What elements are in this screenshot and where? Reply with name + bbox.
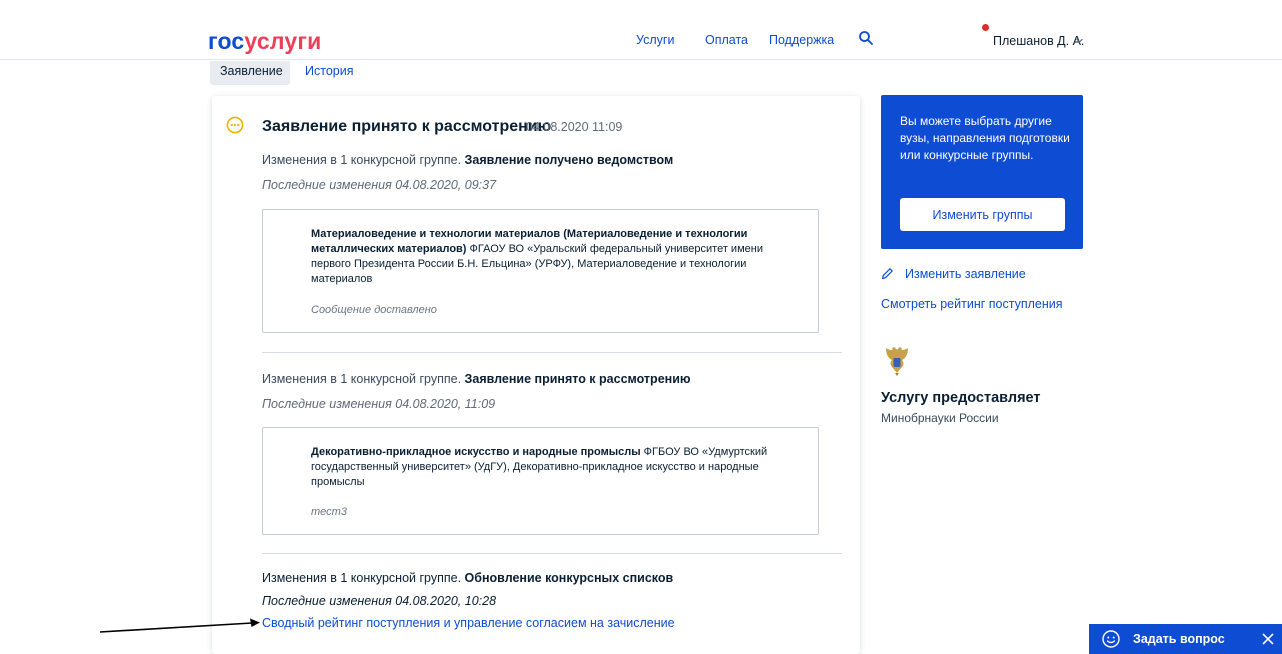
promo-text: Вы можете выбрать другие вузы, направлен… <box>900 114 1070 162</box>
event-2-status: Заявление принято к рассмотрению <box>464 372 691 386</box>
ask-question-widget[interactable]: Задать вопрос <box>1089 624 1282 654</box>
provider-name: Минобрнауки России <box>881 411 999 425</box>
event-1-summary: Изменения в 1 конкурсной группе. Заявлен… <box>262 153 673 167</box>
nav-payment[interactable]: Оплата <box>705 33 748 47</box>
event-2-program: Декоративно-прикладное искусство и народ… <box>311 445 781 490</box>
event-3-last-change: Последние изменения 04.08.2020, 10:28 <box>262 594 497 608</box>
tab-history[interactable]: История <box>305 64 353 78</box>
rating-consent-link[interactable]: Сводный рейтинг поступления и управление… <box>262 616 675 630</box>
site-header: госуслуги Услуги Оплата Поддержка Плешан… <box>0 10 1282 60</box>
edit-statement-label: Изменить заявление <box>905 267 1026 281</box>
event-1-status: Заявление получено ведомством <box>464 153 674 167</box>
event-2-prefix: Изменения в 1 конкурсной группе. <box>262 372 465 386</box>
pencil-icon <box>881 268 893 280</box>
user-name[interactable]: Плешанов Д. А. <box>993 34 1084 48</box>
event-2-summary: Изменения в 1 конкурсной группе. Заявлен… <box>262 372 691 386</box>
event-1-last-change: Последние изменения 04.08.2020, 09:37 <box>262 178 497 192</box>
event-2-message-box: Декоративно-прикладное искусство и народ… <box>262 427 819 535</box>
view-rating-link[interactable]: Смотреть рейтинг поступления <box>881 297 1063 311</box>
event-2-program-name: Декоративно-прикладное искусство и народ… <box>311 446 641 458</box>
status-pending-icon <box>226 116 244 134</box>
event-2-note: тест3 <box>311 506 347 518</box>
change-groups-button[interactable]: Изменить группы <box>900 198 1065 231</box>
annotation-arrow <box>100 618 260 633</box>
event-3-status: Обновление конкурсных списков <box>464 571 674 585</box>
event-1-note: Сообщение доставлено <box>311 304 437 316</box>
divider <box>262 352 842 353</box>
search-icon[interactable] <box>858 30 874 46</box>
support-bot-icon <box>1102 630 1120 648</box>
nav-support[interactable]: Поддержка <box>769 33 834 47</box>
event-1-prefix: Изменения в 1 конкурсной группе. <box>262 153 465 167</box>
event-3-summary: Изменения в 1 конкурсной группе. Обновле… <box>262 571 673 585</box>
logo-part-uslugi: услуги <box>244 28 322 54</box>
event-3-prefix: Изменения в 1 конкурсной группе. <box>262 571 465 585</box>
status-title: Заявление принято к рассмотрению <box>262 118 552 135</box>
divider <box>262 553 842 554</box>
emblem-icon <box>886 347 908 376</box>
tab-statement[interactable]: Заявление <box>210 61 290 85</box>
ask-question-label: Задать вопрос <box>1133 632 1225 646</box>
nav-services[interactable]: Услуги <box>636 33 674 47</box>
logo-part-gos: гос <box>208 28 245 54</box>
chevron-down-icon[interactable] <box>1075 36 1084 45</box>
provider-title: Услугу предоставляет <box>881 390 1041 406</box>
notification-dot <box>982 24 989 31</box>
event-1-message-box: Материаловедение и технологии материалов… <box>262 209 819 333</box>
event-1-program: Материаловедение и технологии материалов… <box>311 227 781 287</box>
event-2-last-change: Последние изменения 04.08.2020, 11:09 <box>262 397 496 411</box>
status-datetime: 04.08.2020 11:09 <box>526 120 623 134</box>
close-icon[interactable] <box>1260 631 1276 647</box>
change-groups-promo: Вы можете выбрать другие вузы, направлен… <box>881 95 1083 249</box>
gosuslugi-logo[interactable]: госуслуги <box>208 28 321 55</box>
